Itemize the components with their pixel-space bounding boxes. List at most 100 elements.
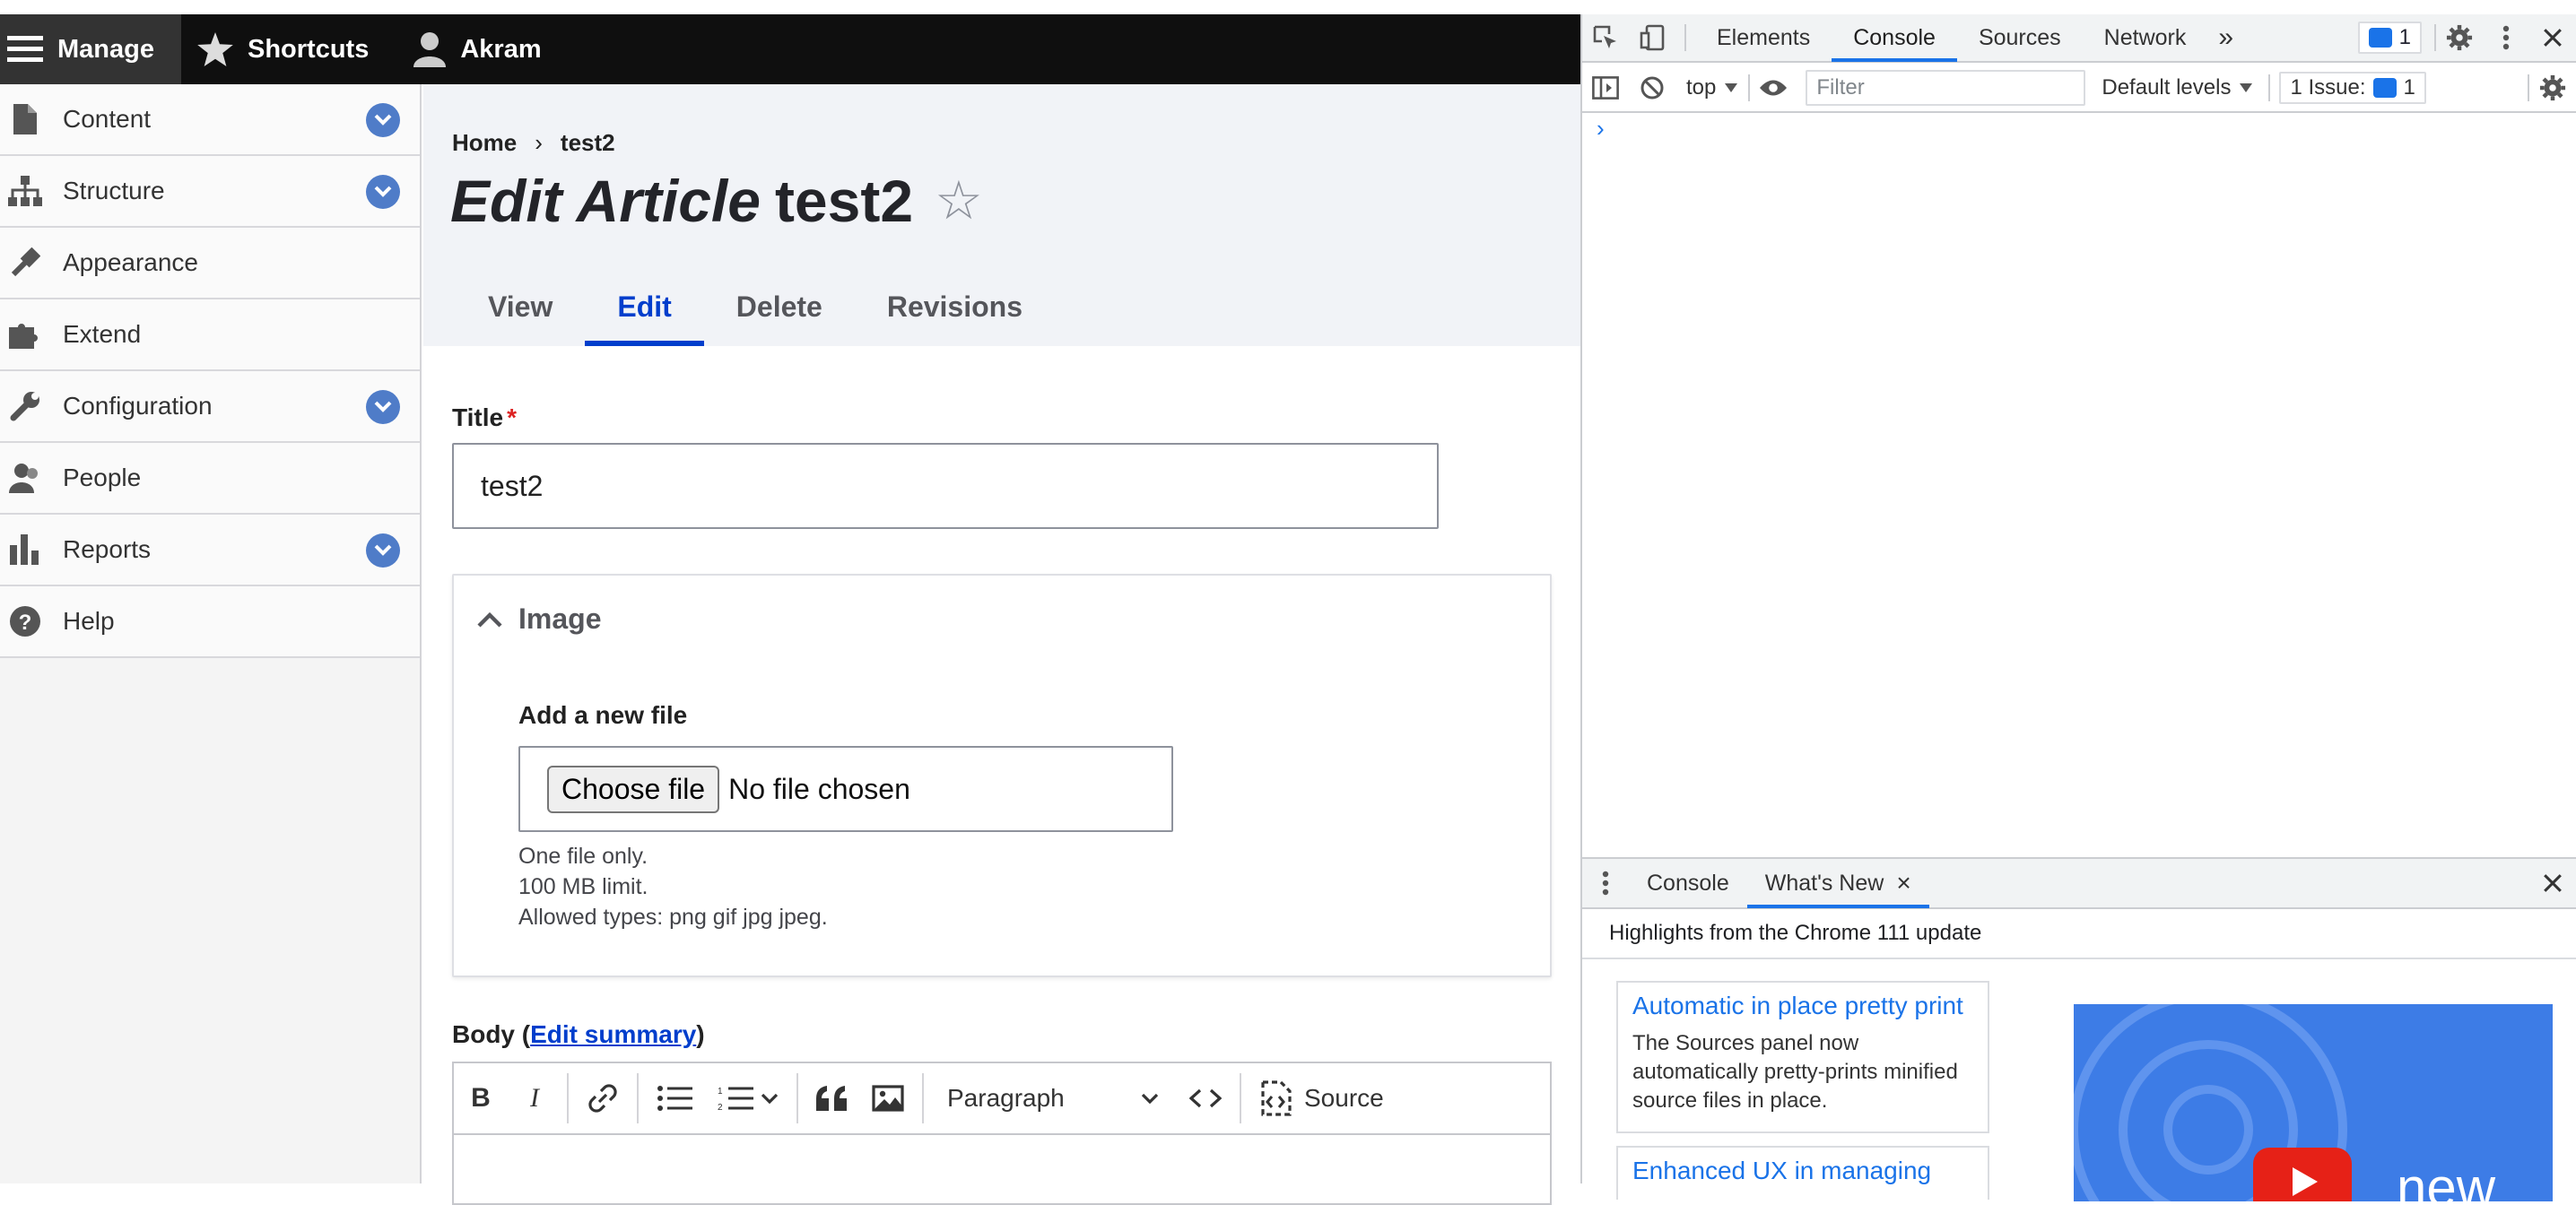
close-tab-icon[interactable]: × [1896, 869, 1910, 897]
gear-icon[interactable] [2436, 13, 2483, 62]
heading-dropdown[interactable]: Paragraph [929, 1062, 1177, 1134]
whats-new-video[interactable]: new [2074, 1004, 2553, 1201]
svg-text:2: 2 [718, 1103, 723, 1112]
source-icon [1261, 1080, 1292, 1116]
tab-view[interactable]: View [456, 267, 585, 346]
choose-file-button[interactable]: Choose file [547, 765, 720, 813]
title-label: Title * [452, 403, 517, 432]
body-editor[interactable] [452, 1133, 1552, 1205]
console-toolbar: top Filter Default levels 1 Issue: 1 [1582, 65, 2576, 113]
drawer-toolbar: Console What's New × [1582, 859, 2576, 909]
console-settings-gear-icon[interactable] [2529, 64, 2576, 112]
shortcut-star-icon[interactable]: ☆ [935, 169, 983, 232]
sidebar-item-reports[interactable]: Reports [0, 515, 420, 586]
image-fieldset: Image Add a new file Choose file No file… [452, 574, 1552, 977]
paint-brush-icon [7, 245, 43, 281]
code-button[interactable] [1177, 1062, 1234, 1134]
tab-network[interactable]: Network [2083, 13, 2208, 62]
separator [922, 1073, 924, 1123]
log-levels-value: Default levels [2102, 75, 2232, 100]
card-title[interactable]: Automatic in place pretty print [1632, 992, 1973, 1020]
manage-tab[interactable]: Manage [0, 14, 181, 84]
sidebar-item-help[interactable]: ? Help [0, 586, 420, 658]
clear-console-icon[interactable] [1629, 64, 1675, 112]
sidebar-item-people[interactable]: People [0, 443, 420, 515]
file-icon [7, 101, 43, 137]
sidebar-toggle-icon[interactable] [1582, 64, 1629, 112]
chevron-down-icon[interactable] [366, 533, 400, 568]
close-drawer-icon[interactable] [2529, 858, 2576, 908]
whats-new-card[interactable]: Automatic in place pretty print The Sour… [1616, 981, 1989, 1133]
console-prompt[interactable]: › [1597, 115, 1605, 143]
bulleted-list-button[interactable] [644, 1062, 705, 1134]
breadcrumb-home[interactable]: Home [452, 129, 517, 157]
tab-console[interactable]: Console [1832, 13, 1957, 62]
log-levels-dropdown[interactable]: Default levels [2085, 75, 2268, 100]
tab-edit[interactable]: Edit [585, 267, 705, 346]
drawer-menu-icon[interactable] [1582, 858, 1629, 908]
issues-label-count: 1 [2403, 75, 2415, 100]
message-icon [2368, 28, 2392, 48]
separator [796, 1073, 798, 1123]
sidebar-item-structure[interactable]: Structure [0, 156, 420, 228]
numbered-list-button[interactable]: 12 [705, 1062, 757, 1134]
edit-summary-link[interactable]: Edit summary [530, 1020, 696, 1048]
breadcrumb-separator: › [535, 129, 543, 156]
sidebar-item-extend[interactable]: Extend [0, 299, 420, 371]
chevron-down-icon[interactable] [366, 175, 400, 209]
chevron-up-icon [477, 611, 502, 628]
console-filter-input[interactable]: Filter [1806, 70, 2086, 106]
drawer-tab-label: What's New [1764, 870, 1884, 896]
eye-icon[interactable] [1750, 64, 1797, 112]
issues-button[interactable]: 1 Issue: 1 [2279, 72, 2426, 104]
separator [637, 1073, 639, 1123]
link-button[interactable] [574, 1062, 631, 1134]
tab-elements[interactable]: Elements [1695, 13, 1832, 62]
italic-button[interactable]: I [508, 1062, 561, 1134]
title-input[interactable]: test2 [452, 443, 1439, 529]
device-toolbar-icon[interactable] [1629, 13, 1675, 62]
context-selector[interactable]: top [1675, 75, 1748, 100]
triangle-down-icon [1725, 83, 1738, 92]
more-tabs-button[interactable]: » [2207, 13, 2244, 62]
bold-button[interactable]: B [454, 1062, 508, 1134]
breadcrumb-current[interactable]: test2 [561, 129, 615, 157]
chevron-down-icon[interactable] [366, 390, 400, 424]
numbered-list-dropdown[interactable] [757, 1062, 791, 1134]
tab-revisions[interactable]: Revisions [855, 267, 1055, 346]
card-title[interactable]: Enhanced UX in managing [1632, 1157, 1973, 1185]
admin-toolbar: Manage Shortcuts Akram [0, 14, 1580, 84]
source-button[interactable]: Source [1247, 1062, 1397, 1134]
shortcuts-label: Shortcuts [248, 34, 370, 64]
shortcuts-tab[interactable]: Shortcuts [181, 14, 387, 84]
drawer-tab-whats-new[interactable]: What's New × [1746, 858, 1929, 908]
image-legend: Image [518, 602, 602, 635]
sidebar-item-appearance[interactable]: Appearance [0, 228, 420, 299]
tab-sources[interactable]: Sources [1957, 13, 2083, 62]
kebab-menu-icon[interactable] [2483, 13, 2529, 62]
file-input: Choose file No file chosen [518, 746, 1173, 832]
inspect-element-icon[interactable] [1582, 13, 1629, 62]
user-tab[interactable]: Akram [387, 14, 559, 84]
image-icon [872, 1085, 904, 1112]
devtools-panel: Elements Console Sources Network » 1 top… [1580, 13, 2576, 1201]
image-summary[interactable]: Image [477, 602, 601, 636]
sidebar-item-content[interactable]: Content [0, 84, 420, 156]
hamburger-icon [7, 36, 43, 62]
image-button[interactable] [859, 1062, 917, 1134]
source-label: Source [1304, 1084, 1384, 1112]
whats-new-card[interactable]: Enhanced UX in managing [1616, 1146, 1989, 1200]
drawer-tab-console[interactable]: Console [1629, 858, 1747, 908]
separator [1240, 1073, 1241, 1123]
sidebar-item-label: People [63, 464, 142, 491]
blockquote-button[interactable] [804, 1062, 859, 1134]
chevron-down-icon[interactable] [366, 103, 400, 137]
issues-counter[interactable]: 1 [2357, 22, 2422, 54]
close-icon[interactable] [2529, 13, 2576, 62]
required-mark: * [507, 403, 517, 431]
sidebar-item-configuration[interactable]: Configuration [0, 371, 420, 443]
tab-delete[interactable]: Delete [704, 267, 855, 346]
user-label: Akram [460, 34, 542, 64]
star-icon [197, 32, 233, 66]
sidebar-item-label: Help [63, 607, 115, 635]
